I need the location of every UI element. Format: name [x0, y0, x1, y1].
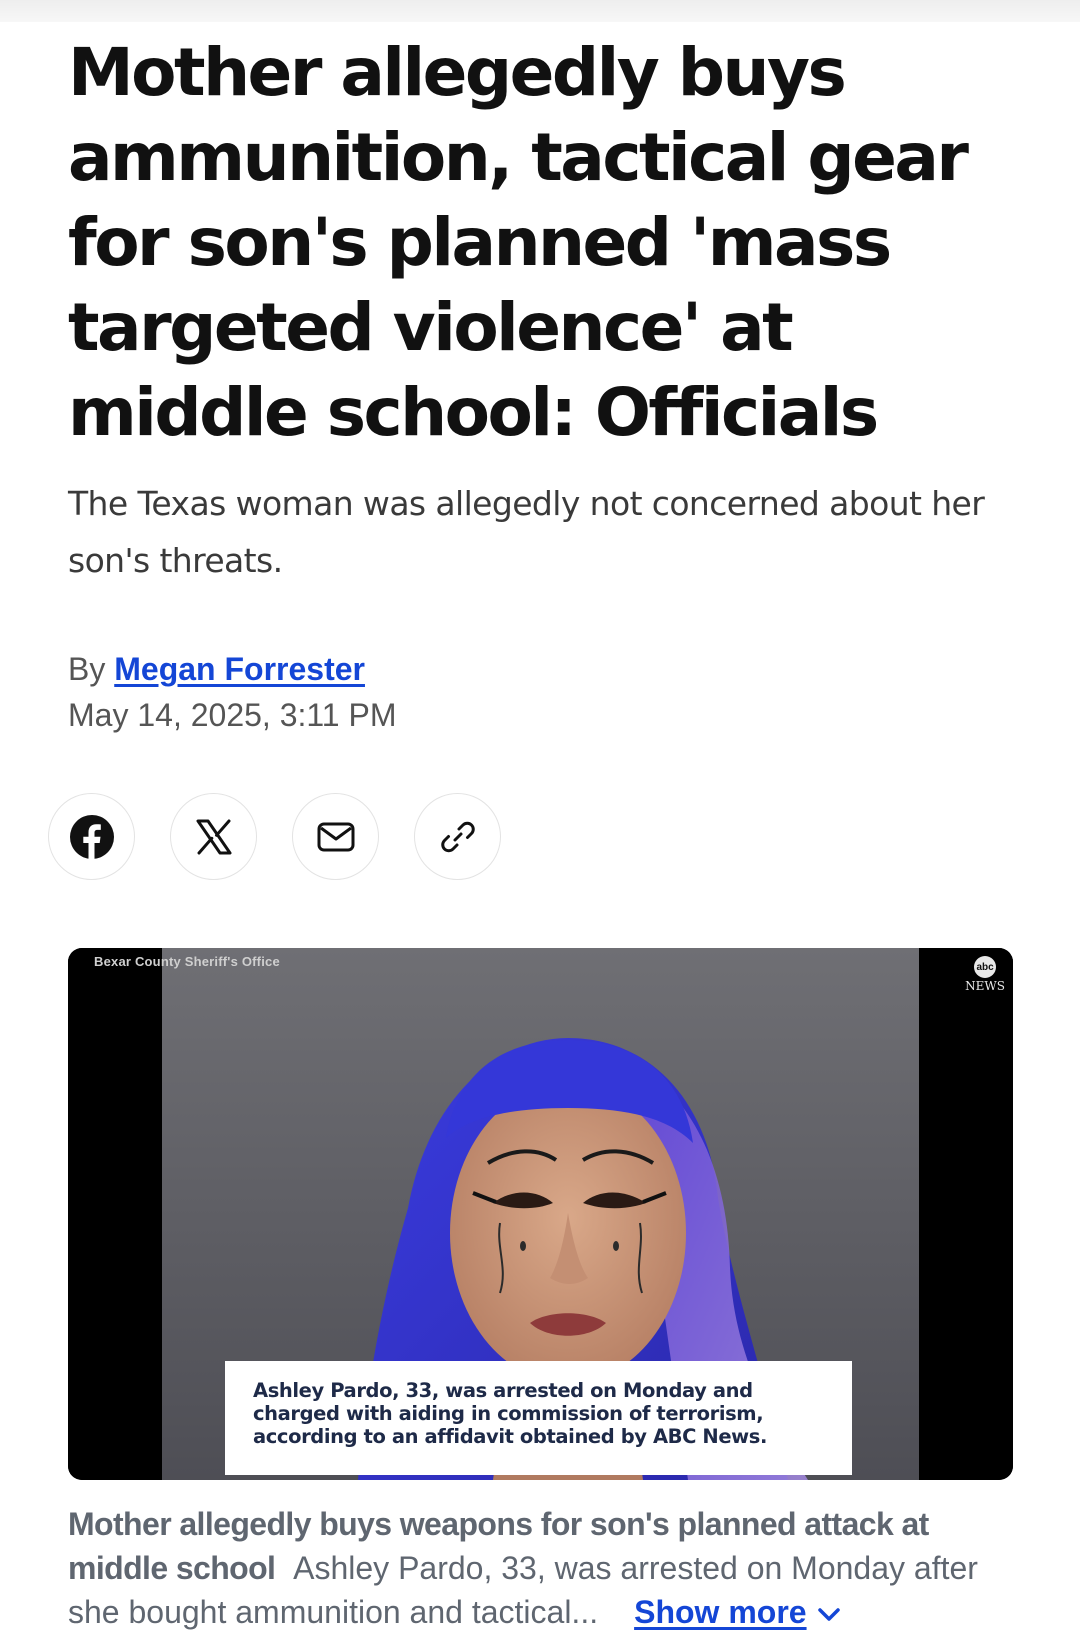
share-buttons	[48, 793, 501, 880]
link-icon	[440, 821, 475, 852]
byline: By Megan Forrester	[68, 649, 1018, 689]
abc-logo-circle: abc	[974, 956, 997, 978]
show-more-button[interactable]: Show more	[634, 1594, 840, 1630]
subheadline: The Texas woman was allegedly not concer…	[68, 484, 985, 580]
copy-link-button[interactable]	[414, 793, 501, 880]
photo-credit: Bexar County Sheriff's Office	[94, 954, 280, 969]
share-email-button[interactable]	[292, 793, 379, 880]
author-link[interactable]: Megan Forrester	[114, 651, 365, 687]
x-icon	[196, 819, 231, 854]
headline: Mother allegedly buys ammunition, tactic…	[68, 34, 969, 451]
video-lower-third: Ashley Pardo, 33, was arrested on Monday…	[225, 1361, 852, 1475]
mugshot-image[interactable]: Bexar County Sheriff's Office abc NEWS A…	[68, 948, 1013, 1480]
article-header: Mother allegedly buys ammunition, tactic…	[68, 22, 1018, 735]
abc-logo-news: NEWS	[965, 979, 1005, 993]
byline-prefix: By	[68, 651, 106, 687]
publish-date: May 14, 2025, 3:11 PM	[68, 697, 397, 733]
image-caption: Mother allegedly buys weapons for son's …	[68, 1502, 1018, 1634]
abc-news-logo: abc NEWS	[965, 956, 1005, 993]
facebook-icon	[69, 814, 114, 860]
browser-top-bar	[0, 0, 1080, 22]
mail-icon	[317, 822, 354, 851]
chevron-down-icon	[817, 1607, 840, 1621]
share-x-button[interactable]	[170, 793, 257, 880]
share-facebook-button[interactable]	[48, 793, 135, 880]
show-more-label: Show more	[634, 1594, 807, 1630]
